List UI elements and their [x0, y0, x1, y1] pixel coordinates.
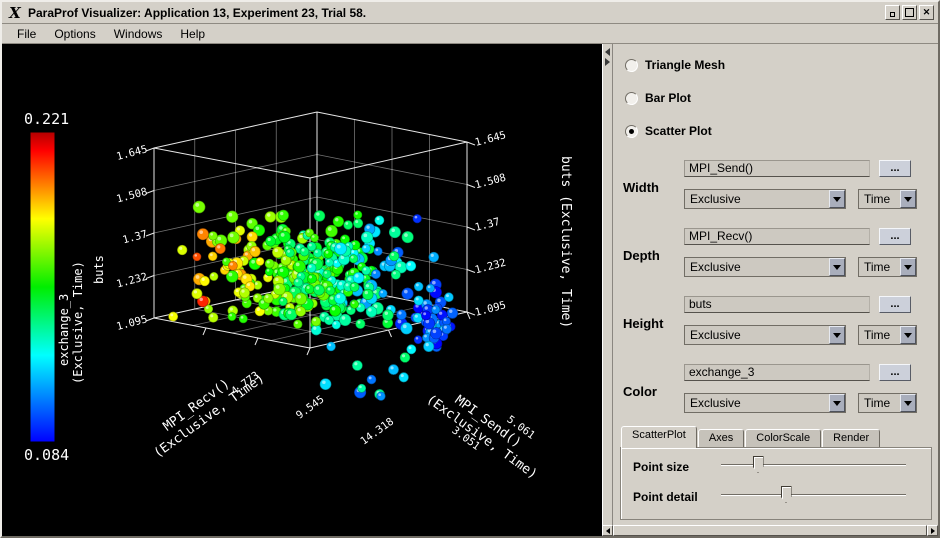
- point-detail-label: Point detail: [633, 490, 698, 504]
- tab-render[interactable]: Render: [822, 429, 881, 448]
- width-metric-select[interactable]: Exclusive: [684, 189, 846, 209]
- menu-item-options[interactable]: Options: [45, 25, 104, 43]
- menubar: File Options Windows Help: [2, 24, 938, 44]
- tab-axes[interactable]: Axes: [697, 429, 745, 448]
- radio-scatter-plot[interactable]: Scatter Plot: [625, 123, 712, 139]
- colorbar-function-label: exchange_3: [57, 294, 71, 366]
- triangle-right-icon: [605, 58, 610, 66]
- slider-track: [721, 464, 906, 466]
- depth-browse-button[interactable]: ...: [879, 228, 911, 245]
- color-metric-select[interactable]: Exclusive: [684, 393, 846, 413]
- height-axis-left-label: buts: [92, 255, 106, 284]
- radio-bar-plot[interactable]: Bar Plot: [625, 90, 691, 106]
- tab-content-panel: Point size Point detail: [620, 447, 932, 520]
- depth-label: Depth: [623, 248, 660, 263]
- triangle-right-icon: [930, 527, 935, 534]
- control-panel: Triangle Mesh Bar Plot Scatter Plot Widt…: [613, 44, 938, 525]
- divider-collapse-right-button[interactable]: [605, 58, 612, 66]
- chevron-down-icon[interactable]: [900, 326, 916, 344]
- chevron-down-icon[interactable]: [900, 190, 916, 208]
- height-tick: 1.508: [115, 186, 149, 206]
- tab-scatterplot[interactable]: ScatterPlot: [621, 426, 697, 448]
- divider-collapse-left-button[interactable]: [605, 48, 612, 56]
- close-icon: ✕: [922, 7, 931, 17]
- menu-item-windows[interactable]: Windows: [105, 25, 172, 43]
- depth-metric-select[interactable]: Exclusive: [684, 257, 846, 277]
- width-browse-button[interactable]: ...: [879, 160, 911, 177]
- triangle-left-icon: [605, 527, 610, 534]
- scroll-left-button[interactable]: [602, 525, 613, 536]
- height-tick: 1.232: [474, 257, 508, 277]
- tab-colorscale[interactable]: ColorScale: [745, 429, 822, 448]
- horizontal-scrollbar[interactable]: [602, 525, 938, 536]
- colorbar-min-label: 0.084: [24, 446, 69, 464]
- width-unit-select[interactable]: Time: [858, 189, 917, 209]
- height-label: Height: [623, 316, 664, 331]
- width-field[interactable]: MPI_Send(): [684, 160, 870, 177]
- radio-label: Triangle Mesh: [645, 58, 726, 72]
- height-unit-select[interactable]: Time: [858, 325, 917, 345]
- close-button[interactable]: ✕: [919, 5, 934, 20]
- minimize-button[interactable]: [885, 5, 900, 20]
- height-tick: 1.645: [474, 129, 508, 149]
- point-detail-slider[interactable]: [721, 486, 906, 504]
- chevron-down-icon[interactable]: [829, 394, 845, 412]
- app-icon: X: [9, 3, 21, 22]
- width-label: Width: [623, 180, 659, 195]
- colorbar-metric-label: (Exclusive, Time): [71, 261, 85, 384]
- depth-field[interactable]: MPI_Recv(): [684, 228, 870, 245]
- radio-triangle-mesh[interactable]: Triangle Mesh: [625, 57, 725, 73]
- recv-tick: 9.545: [294, 393, 327, 421]
- radio-button-icon: [625, 91, 638, 105]
- chevron-down-icon[interactable]: [829, 258, 845, 276]
- chevron-down-icon[interactable]: [829, 326, 845, 344]
- colorbar-max-label: 0.221: [24, 110, 69, 128]
- radio-label: Bar Plot: [645, 91, 692, 105]
- menu-item-file[interactable]: File: [8, 25, 45, 43]
- color-label: Color: [623, 384, 657, 399]
- chevron-down-icon[interactable]: [900, 258, 916, 276]
- depth-unit-select[interactable]: Time: [858, 257, 917, 277]
- height-tick: 1.095: [115, 313, 149, 333]
- height-tick: 1.232: [115, 271, 149, 291]
- height-field[interactable]: buts: [684, 296, 870, 313]
- splitpane-divider[interactable]: [602, 44, 613, 525]
- height-tick: 1.37: [474, 216, 502, 234]
- height-tick: 1.645: [115, 143, 149, 163]
- height-metric-select[interactable]: Exclusive: [684, 325, 846, 345]
- height-tick: 1.508: [474, 172, 508, 192]
- radio-button-icon: [625, 124, 638, 138]
- height-axis-right-label: buts (Exclusive, Time): [558, 156, 573, 328]
- color-field[interactable]: exchange_3: [684, 364, 870, 381]
- maximize-icon: [905, 8, 914, 17]
- point-size-slider-thumb[interactable]: [752, 456, 764, 473]
- colorbar: [29, 131, 56, 443]
- window-title: ParaProf Visualizer: Application 13, Exp…: [28, 5, 367, 20]
- chevron-down-icon[interactable]: [829, 190, 845, 208]
- point-size-slider[interactable]: [721, 456, 906, 474]
- tab-strip: ScatterPlot Axes ColorScale Render: [621, 426, 881, 448]
- height-browse-button[interactable]: ...: [879, 296, 911, 313]
- scroll-right-button[interactable]: [927, 525, 938, 536]
- recv-tick: 14.318: [358, 416, 396, 448]
- chevron-down-icon[interactable]: [900, 394, 916, 412]
- maximize-button[interactable]: [902, 5, 917, 20]
- titlebar[interactable]: X ParaProf Visualizer: Application 13, E…: [2, 2, 938, 24]
- slider-track: [721, 494, 906, 496]
- radio-button-icon: [625, 58, 638, 72]
- minimize-icon: [890, 12, 895, 17]
- height-tick: 1.095: [474, 299, 508, 319]
- height-tick: 1.37: [121, 228, 149, 246]
- menu-item-help[interactable]: Help: [171, 25, 214, 43]
- radio-label: Scatter Plot: [645, 124, 712, 138]
- color-unit-select[interactable]: Time: [858, 393, 917, 413]
- scatter-plot-canvas[interactable]: 0.221 0.084 exchange_3 (Exclusive, Time)…: [2, 44, 602, 536]
- app-window: X ParaProf Visualizer: Application 13, E…: [0, 0, 940, 538]
- scrollbar-thumb[interactable]: [613, 525, 927, 536]
- point-detail-slider-thumb[interactable]: [780, 486, 792, 503]
- point-size-label: Point size: [633, 460, 690, 474]
- color-browse-button[interactable]: ...: [879, 364, 911, 381]
- triangle-left-icon: [605, 48, 610, 56]
